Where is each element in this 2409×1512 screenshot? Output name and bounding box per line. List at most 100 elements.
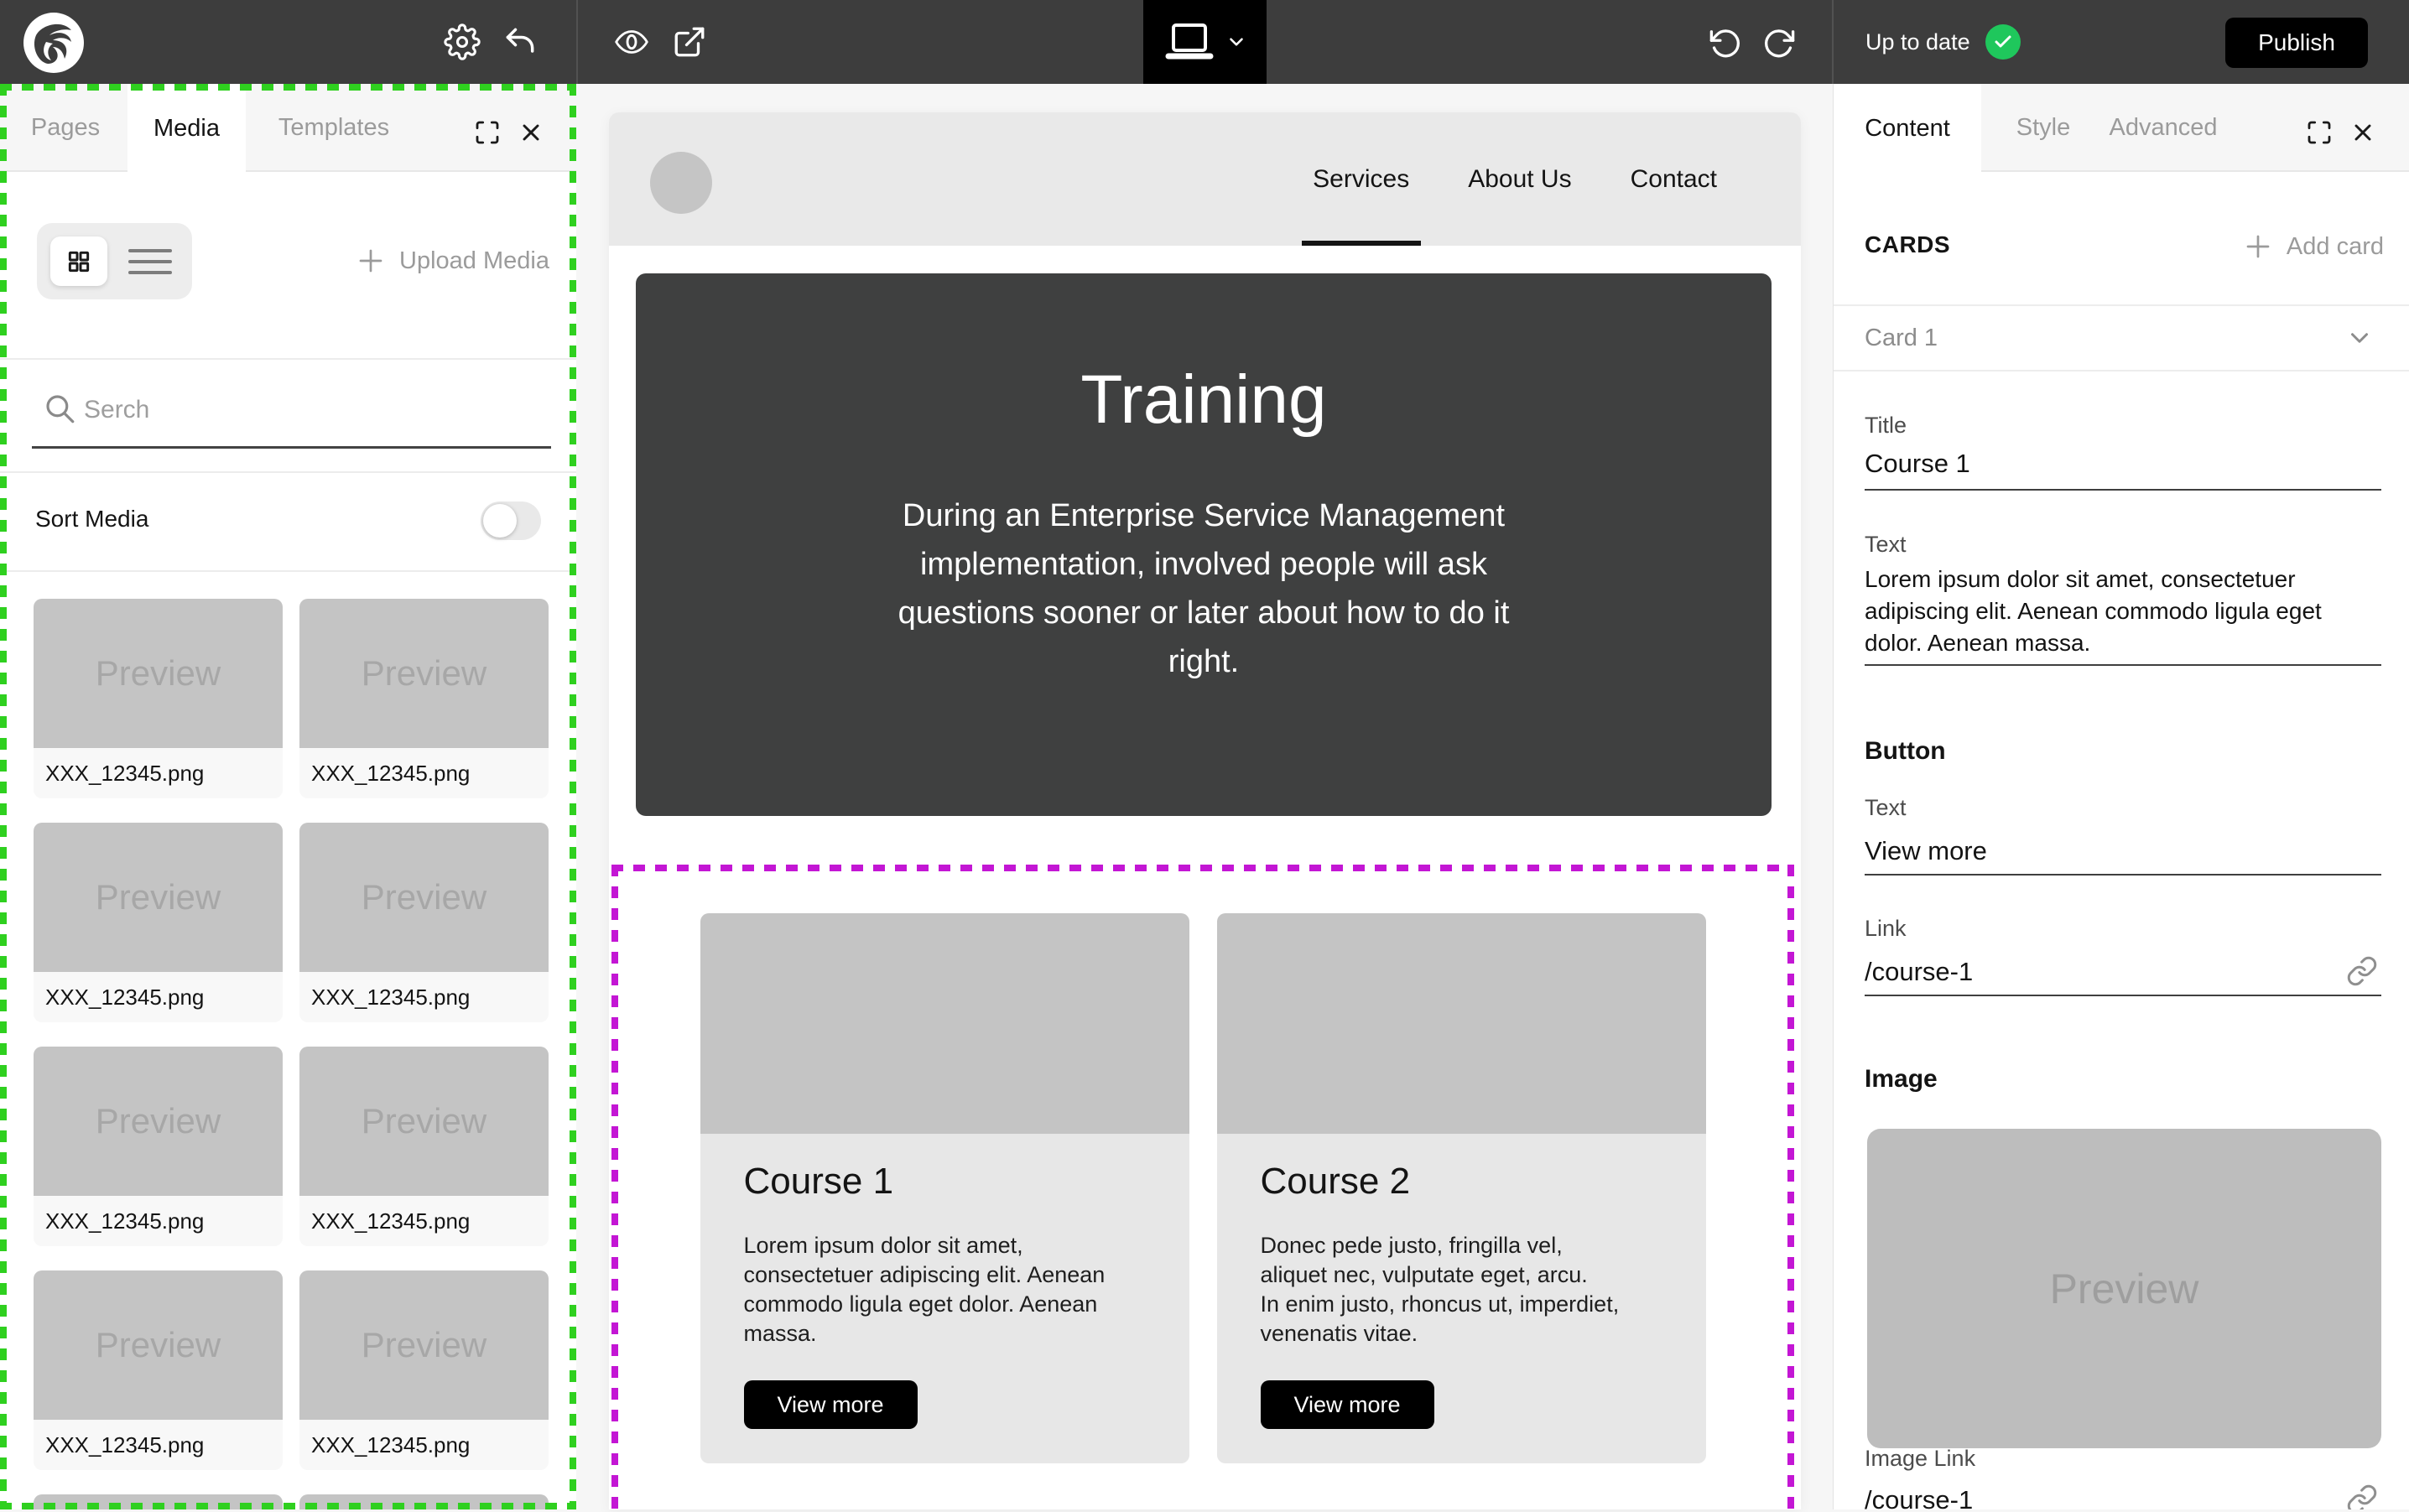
editor-canvas: Services About Us Contact Training Durin…	[576, 84, 1833, 1509]
chevron-down-icon	[1225, 31, 1247, 53]
media-filename: XXX_12345.png	[299, 1196, 549, 1246]
redo-icon[interactable]	[1760, 23, 1798, 61]
card-text: Lorem ipsum dolor sit amet, consectetuer…	[744, 1231, 1146, 1348]
media-item[interactable]: Preview XXX_12345.png	[34, 1047, 283, 1246]
media-item[interactable]: Preview XXX_12345.png	[299, 1494, 549, 1509]
media-item[interactable]: Preview XXX_12345.png	[34, 599, 283, 798]
field-underline	[1865, 664, 2381, 666]
sort-media-toggle[interactable]	[481, 501, 541, 540]
button-text-input[interactable]	[1865, 836, 2334, 866]
revert-undo-icon[interactable]	[500, 22, 540, 62]
media-item[interactable]: Preview XXX_12345.png	[34, 1270, 283, 1470]
device-selector[interactable]	[1143, 0, 1267, 84]
media-search-input[interactable]	[84, 386, 520, 434]
text-field-input[interactable]: Lorem ipsum dolor sit amet, consectetuer…	[1865, 564, 2322, 659]
media-grid: Preview XXX_12345.png Preview XXX_12345.…	[34, 599, 549, 1509]
media-item[interactable]: Preview XXX_12345.png	[299, 1047, 549, 1246]
close-panel-icon[interactable]	[2348, 117, 2378, 148]
tab-style[interactable]: Style	[1981, 84, 2105, 172]
add-card-label: Add card	[2287, 233, 2384, 261]
toggle-knob	[483, 504, 517, 538]
close-panel-icon[interactable]	[516, 117, 546, 148]
card-title: Course 1	[744, 1161, 1146, 1203]
active-nav-underline	[1302, 241, 1421, 246]
course-card-1[interactable]: Course 1 Lorem ipsum dolor sit amet, con…	[700, 913, 1189, 1463]
media-preview-placeholder: Preview	[299, 599, 549, 748]
selected-cards-section[interactable]: Course 1 Lorem ipsum dolor sit amet, con…	[611, 865, 1794, 1512]
media-filename: XXX_12345.png	[34, 1420, 283, 1470]
button-link-input[interactable]	[1865, 957, 2334, 987]
app-logo-icon[interactable]	[20, 10, 87, 75]
card-body: Course 1 Lorem ipsum dolor sit amet, con…	[700, 1134, 1189, 1463]
tab-media[interactable]: Media	[127, 84, 246, 174]
title-field-input[interactable]	[1865, 449, 2334, 479]
media-item[interactable]: Preview XXX_12345.png	[299, 1270, 549, 1470]
tab-content[interactable]: Content	[1834, 84, 1981, 174]
hero-section[interactable]: Training During an Enterprise Service Ma…	[636, 273, 1772, 816]
tab-pages[interactable]: Pages	[7, 84, 124, 172]
plus-icon	[2243, 231, 2273, 262]
link-chain-icon[interactable]	[2344, 953, 2380, 990]
media-filename: XXX_12345.png	[34, 748, 283, 798]
site-header[interactable]: Services About Us Contact	[609, 112, 1801, 246]
course-card-2[interactable]: Course 2 Donec pede justo, fringilla vel…	[1217, 913, 1706, 1463]
search-underline	[32, 446, 551, 449]
divider	[0, 471, 576, 473]
device-laptop-icon	[1163, 20, 1215, 64]
sync-status: Up to date	[1865, 0, 2021, 84]
nav-item-contact[interactable]: Contact	[1631, 112, 1717, 246]
selection-border-green-left	[0, 84, 7, 1509]
site-logo-placeholder	[650, 152, 712, 214]
nav-item-about-us[interactable]: About Us	[1468, 112, 1571, 246]
view-more-button[interactable]: View more	[1261, 1380, 1434, 1429]
grid-view-button[interactable]	[50, 236, 107, 286]
upload-media-button[interactable]: Upload Media	[356, 236, 549, 286]
add-card-button[interactable]: Add card	[2243, 226, 2384, 267]
image-link-input[interactable]	[1865, 1485, 2334, 1509]
expand-panel-icon[interactable]	[2304, 117, 2334, 148]
right-panel-tabs: Content Style Advanced	[1834, 84, 2409, 172]
settings-gear-icon[interactable]	[442, 22, 482, 62]
media-filename: XXX_12345.png	[299, 748, 549, 798]
media-preview-placeholder: Preview	[34, 1047, 283, 1196]
nav-item-label: About Us	[1468, 165, 1571, 194]
media-filename: XXX_12345.png	[34, 972, 283, 1022]
card-image-placeholder	[1217, 913, 1706, 1134]
editor-topbar: Up to date Publish	[0, 0, 2409, 84]
left-panel-tabs: Pages Media Templates	[0, 84, 576, 172]
success-check-icon	[1985, 24, 2021, 60]
media-item[interactable]: Preview XXX_12345.png	[34, 823, 283, 1022]
site-nav: Services About Us Contact	[1313, 112, 1801, 246]
nav-item-services[interactable]: Services	[1313, 112, 1409, 246]
preview-eye-icon[interactable]	[610, 23, 653, 60]
grid-view-icon	[65, 248, 92, 275]
media-preview-placeholder: Preview	[299, 1494, 549, 1509]
field-underline	[1865, 489, 2381, 491]
card-body: Course 2 Donec pede justo, fringilla vel…	[1217, 1134, 1706, 1463]
button-link-label: Link	[1865, 916, 1907, 942]
card-1-accordion[interactable]: Card 1	[1834, 304, 2409, 372]
media-library-panel: Pages Media Templates Upload Media	[0, 84, 576, 1509]
publish-button[interactable]: Publish	[2225, 18, 2368, 68]
media-item[interactable]: Preview XXX_12345.png	[299, 599, 549, 798]
search-icon	[42, 391, 77, 426]
image-section-heading: Image	[1865, 1065, 1938, 1094]
tab-advanced[interactable]: Advanced	[2105, 84, 2221, 172]
expand-panel-icon[interactable]	[472, 117, 502, 148]
open-external-icon[interactable]	[669, 23, 710, 60]
view-more-button[interactable]: View more	[744, 1380, 918, 1429]
media-item[interactable]: Preview XXX_12345.png	[299, 823, 549, 1022]
link-chain-icon[interactable]	[2344, 1481, 2380, 1509]
list-view-button[interactable]	[121, 236, 180, 286]
tab-templates[interactable]: Templates	[252, 84, 416, 172]
undo-icon[interactable]	[1706, 23, 1745, 61]
media-preview-placeholder: Preview	[299, 823, 549, 972]
field-underline	[1865, 874, 2381, 876]
upload-media-label: Upload Media	[399, 247, 549, 275]
image-link-label: Image Link	[1865, 1446, 1975, 1472]
card-text: Donec pede justo, fringilla vel, aliquet…	[1261, 1231, 1662, 1348]
media-filename: XXX_12345.png	[299, 972, 549, 1022]
media-preview-placeholder: Preview	[299, 1270, 549, 1420]
image-preview-placeholder[interactable]: Preview	[1867, 1129, 2381, 1448]
media-item[interactable]: Preview XXX_12345.png	[34, 1494, 283, 1509]
